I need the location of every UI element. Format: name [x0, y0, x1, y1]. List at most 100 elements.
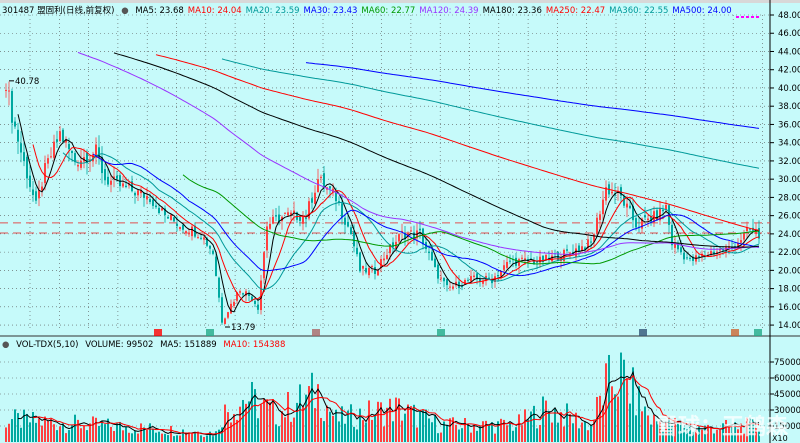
volume-bar: [146, 429, 148, 442]
price-tick-label: 20.00: [778, 266, 800, 276]
candle-body: [602, 199, 604, 215]
candle-body: [743, 232, 745, 240]
candle-body: [611, 191, 613, 194]
volume-bar: [212, 436, 214, 442]
volume-bar: [227, 412, 229, 442]
volume-bar: [164, 433, 166, 442]
volume-bar: [440, 432, 442, 442]
volume-bar: [218, 429, 220, 442]
candle-body: [410, 230, 412, 232]
ma360-line: [221, 58, 760, 169]
volume-bar: [284, 417, 286, 442]
candle-body: [398, 234, 400, 242]
price-tick-label: 16.00: [778, 303, 800, 313]
volume-bar: [311, 372, 313, 442]
candle-body: [176, 223, 178, 227]
volume-bar: [338, 421, 340, 442]
volume-bar: [179, 435, 181, 442]
candle-body: [254, 300, 256, 304]
volume-bar: [632, 367, 634, 442]
volume-bar: [158, 431, 160, 442]
volume-bar: [392, 421, 394, 442]
candle-body: [17, 129, 19, 142]
candle-body: [422, 228, 424, 245]
candle-body: [359, 252, 361, 272]
volume-bar: [8, 423, 10, 442]
candle-body: [428, 251, 430, 254]
event-marker-icon: [206, 329, 214, 336]
candle-body: [284, 212, 286, 214]
candle-body: [275, 215, 277, 217]
candle-body: [14, 121, 16, 127]
candle-body: [227, 312, 229, 318]
volume-bar: [578, 428, 580, 442]
chart-canvas[interactable]: 48.00 46.00 44.00 42.00 40.00 38.00 36.00 34.00…: [0, 0, 800, 443]
volume-bar: [152, 429, 154, 442]
volume-bar: [182, 429, 184, 442]
volume-bar: [356, 429, 358, 442]
volume-bar: [116, 423, 118, 442]
candle-body: [686, 257, 688, 259]
volume-bar: [350, 404, 352, 442]
volume-bar: [362, 420, 364, 442]
candle-body: [134, 192, 136, 196]
volume-bar: [56, 430, 58, 442]
volume-bar: [74, 414, 76, 442]
candle-body: [311, 198, 313, 203]
watermark: 雪球：王鹤森: [655, 415, 788, 440]
volume-bar: [176, 435, 178, 442]
volume-bar: [161, 433, 163, 442]
candle-body: [56, 139, 58, 142]
candle-body: [683, 252, 685, 260]
candle-body: [182, 224, 184, 230]
candle-body: [29, 175, 31, 187]
volume-bar: [275, 424, 277, 442]
volume-bar: [551, 422, 553, 442]
volume-bar: [626, 378, 628, 442]
candle-body: [356, 247, 358, 255]
candle-body: [11, 91, 13, 123]
volume-bar: [131, 433, 133, 442]
volume-bar: [389, 398, 391, 442]
volume-bar: [584, 421, 586, 442]
volume-bar: [599, 395, 601, 442]
volume-bar: [137, 433, 139, 442]
candle-body: [95, 144, 97, 156]
volume-bar: [278, 426, 280, 442]
volume-bar: [539, 425, 541, 442]
volume-bar: [548, 411, 550, 442]
volume-bar: [269, 402, 271, 442]
candle-body: [362, 265, 364, 269]
volume-bar: [464, 418, 466, 442]
candle-body: [116, 175, 118, 179]
price-tick-label: 18.00: [778, 285, 800, 295]
candle-body: [518, 259, 520, 266]
candle-body: [149, 199, 151, 202]
candle-body: [629, 205, 631, 209]
price-tick-label: 46.00: [778, 29, 800, 39]
candle-body: [224, 318, 226, 325]
candle-body: [185, 231, 187, 233]
volume-bar: [170, 425, 172, 442]
candle-body: [257, 304, 259, 310]
volume-bar: [113, 430, 115, 442]
volume-bar: [101, 420, 103, 442]
candle-body: [539, 256, 541, 263]
candle-body: [503, 265, 505, 270]
candle-body: [263, 252, 265, 279]
volume-bar: [254, 389, 256, 442]
volume-bar: [431, 422, 433, 442]
candle-body: [302, 215, 304, 224]
candle-body: [740, 240, 742, 243]
volume-bar: [203, 437, 205, 442]
candle-body: [434, 258, 436, 268]
volume-bar: [122, 430, 124, 442]
volume-bar: [272, 399, 274, 442]
price-tick-label: 14.00: [778, 321, 800, 331]
volume-bar: [65, 433, 67, 442]
volume-tick-label: 60000: [774, 374, 800, 384]
candle-body: [59, 131, 61, 142]
candle-body: [578, 245, 580, 252]
candle-body: [470, 276, 472, 282]
price-tick-label: 48.00: [778, 11, 800, 21]
